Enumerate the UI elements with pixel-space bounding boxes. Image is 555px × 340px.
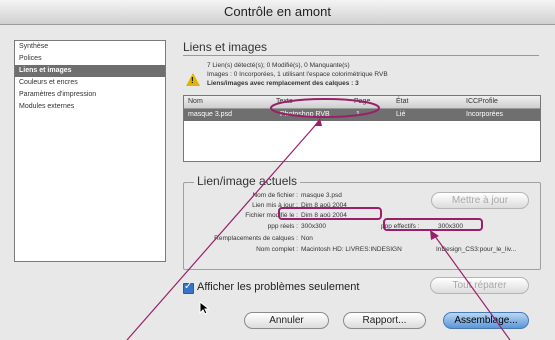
annotation-overlay <box>126 98 511 340</box>
arrow-head-left <box>314 118 322 126</box>
callout-box-ppi <box>278 207 382 220</box>
callout-box-effective-ppi <box>383 218 483 231</box>
callout-ellipse-text <box>270 98 380 118</box>
arrow-line-left <box>126 119 321 340</box>
arrow-line-right <box>431 231 511 340</box>
arrow-head-right <box>430 230 439 240</box>
preflight-dialog: Contrôle en amont Synthèse Polices Liens… <box>0 0 555 340</box>
